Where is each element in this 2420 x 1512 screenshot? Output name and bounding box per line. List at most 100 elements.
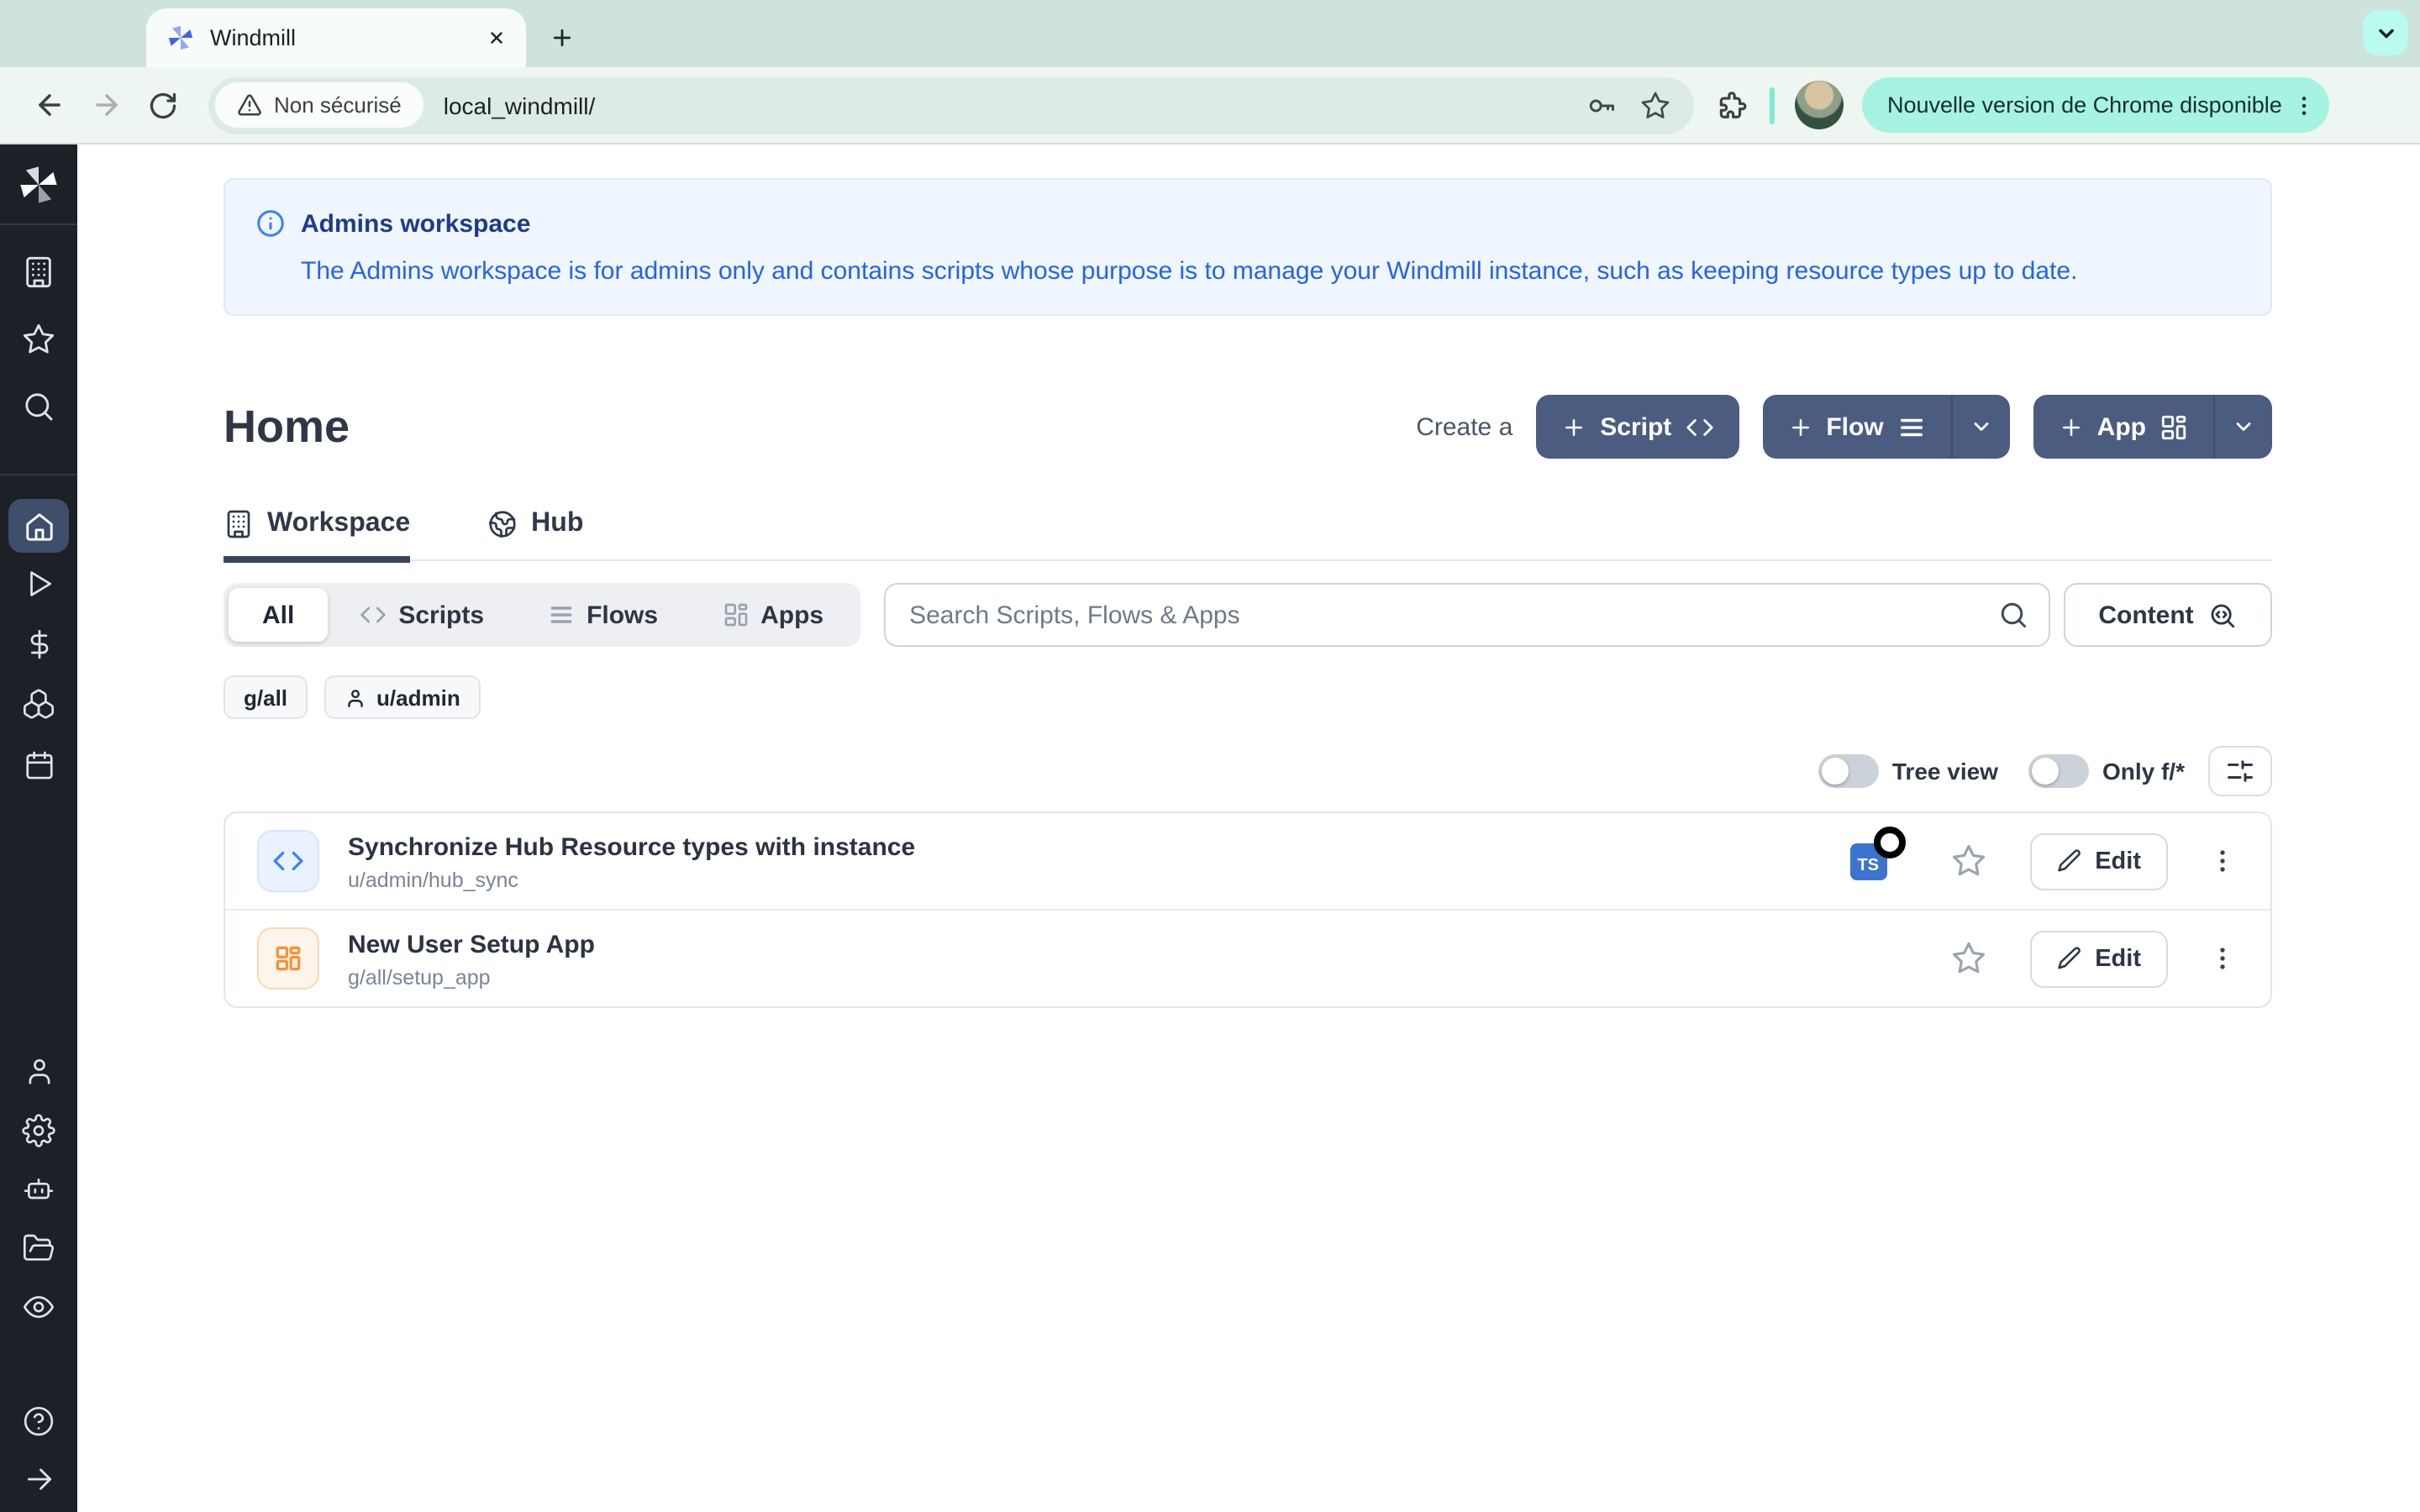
filter-apps[interactable]: Apps [690, 601, 855, 629]
code-icon [360, 601, 387, 628]
home-icon [23, 510, 55, 542]
sidebar-item-folders[interactable] [0, 1218, 77, 1277]
plus-icon [1787, 414, 1812, 439]
reload-icon[interactable] [134, 76, 192, 134]
owner-badge-group[interactable]: g/all [224, 675, 308, 719]
favorite-star-icon[interactable] [1950, 941, 1986, 976]
row-menu-kebab-icon[interactable] [2208, 847, 2237, 875]
filter-all[interactable]: All [229, 588, 328, 642]
extensions-puzzle-icon[interactable] [1716, 89, 1748, 121]
page-title: Home [224, 401, 350, 453]
sidebar-item-schedules[interactable] [0, 734, 77, 795]
tab-workspace[interactable]: Workspace [224, 509, 410, 559]
sidebar-item-resources[interactable] [0, 674, 77, 734]
only-f-toggle[interactable] [2028, 754, 2089, 788]
flow-bars-icon [1897, 412, 1926, 441]
dollar-icon [23, 627, 55, 659]
chrome-update-button[interactable]: Nouvelle version de Chrome disponible [1862, 77, 2329, 133]
sidebar-item-workers[interactable] [0, 1159, 77, 1218]
app-dropdown-chevron[interactable] [2213, 395, 2272, 459]
sidebar-item-runs[interactable] [0, 553, 77, 613]
url-text[interactable]: local_windmill/ [444, 92, 1563, 118]
browser-toolbar: Non sécurisé local_windmill/ Nouvelle ve… [0, 67, 2420, 144]
edit-button[interactable]: Edit [2029, 930, 2168, 987]
app-grid-icon [2160, 412, 2188, 441]
building-icon [22, 255, 55, 289]
sidebar-item-workspace-switcher[interactable] [0, 239, 77, 306]
search-box [884, 583, 2050, 647]
search-icon[interactable] [1998, 600, 2028, 630]
sidebar-item-variables[interactable] [0, 613, 77, 674]
search-icon [22, 390, 55, 423]
sidebar-item-settings[interactable] [0, 1100, 77, 1159]
flow-dropdown-chevron[interactable] [1951, 395, 2010, 459]
building-icon [224, 509, 254, 539]
tab-search-chevron-icon[interactable] [2363, 10, 2408, 55]
browser-window: Windmill Non sécurisé [0, 0, 2420, 1512]
display-settings-button[interactable] [2208, 746, 2272, 796]
folder-open-icon [22, 1231, 55, 1264]
close-tab-icon[interactable] [479, 21, 513, 55]
list-item-script[interactable]: Synchronize Hub Resource types with inst… [225, 813, 2270, 909]
user-icon [23, 1055, 55, 1087]
main-content: Admins workspace The Admins workspace is… [77, 144, 2420, 1512]
star-icon [22, 323, 55, 356]
content-button[interactable]: Content [2064, 583, 2272, 647]
banner-title: Admins workspace [301, 209, 530, 238]
arrow-right-icon [23, 1463, 55, 1495]
play-icon [23, 567, 55, 599]
user-icon [345, 686, 366, 708]
sidebar-item-favorites[interactable] [0, 306, 77, 373]
create-script-button[interactable]: Script [1536, 395, 1739, 459]
filter-flows[interactable]: Flows [516, 601, 690, 629]
list-item-app[interactable]: New User Setup App g/all/setup_app Edit [225, 909, 2270, 1006]
workspace-hub-tabs: Workspace Hub [224, 509, 2272, 561]
new-tab-plus-icon[interactable] [536, 12, 587, 62]
only-f-label: Only f/* [2102, 758, 2185, 785]
globe-icon [487, 509, 518, 539]
gear-icon [22, 1113, 55, 1147]
item-path: u/admin/hub_sync [348, 868, 1846, 891]
sidebar-divider [0, 474, 77, 475]
item-title[interactable]: New User Setup App [348, 928, 1846, 960]
flow-bars-icon [548, 601, 575, 628]
favorite-star-icon[interactable] [1950, 843, 1986, 879]
app-sidebar [0, 144, 77, 1512]
security-chip[interactable]: Non sécurisé [215, 82, 424, 128]
sidebar-item-users[interactable] [0, 1042, 77, 1100]
kebab-icon[interactable] [2291, 92, 2317, 118]
script-kind-icon [257, 830, 319, 892]
filter-scripts[interactable]: Scripts [328, 601, 516, 629]
sidebar-item-expand[interactable] [0, 1450, 77, 1509]
item-title[interactable]: Synchronize Hub Resource types with inst… [348, 831, 1846, 863]
app-grid-icon [722, 601, 749, 628]
edit-button[interactable]: Edit [2029, 832, 2168, 890]
browser-tab-windmill[interactable]: Windmill [146, 8, 526, 67]
plus-icon [1561, 414, 1586, 439]
mouse-cursor [1873, 826, 1905, 858]
tree-view-toggle[interactable] [1818, 754, 1879, 788]
search-input[interactable] [906, 599, 1998, 631]
calendar-icon [23, 748, 55, 780]
sidebar-item-home[interactable] [8, 499, 69, 553]
row-menu-kebab-icon[interactable] [2208, 944, 2237, 973]
sidebar-item-search[interactable] [0, 373, 77, 440]
admins-workspace-banner: Admins workspace The Admins workspace is… [224, 178, 2272, 316]
profile-avatar[interactable] [1795, 81, 1844, 129]
boxes-icon [22, 687, 55, 721]
windmill-logo[interactable] [17, 161, 60, 208]
create-flow-button[interactable]: Flow [1762, 395, 2009, 459]
help-icon [22, 1404, 55, 1437]
sidebar-item-help[interactable] [0, 1391, 77, 1450]
sidebar-item-audit-logs[interactable] [0, 1277, 77, 1336]
bookmark-star-icon[interactable] [1640, 90, 1670, 120]
address-bar[interactable]: Non sécurisé local_windmill/ [208, 76, 1694, 134]
create-a-label: Create a [1416, 412, 1512, 441]
owner-badge-user[interactable]: u/admin [324, 675, 481, 719]
forward-icon[interactable] [77, 76, 134, 134]
key-icon[interactable] [1586, 90, 1617, 120]
back-icon[interactable] [20, 76, 77, 134]
create-app-button[interactable]: App [2033, 395, 2272, 459]
tab-hub[interactable]: Hub [487, 509, 583, 559]
windmill-favicon [166, 24, 195, 52]
